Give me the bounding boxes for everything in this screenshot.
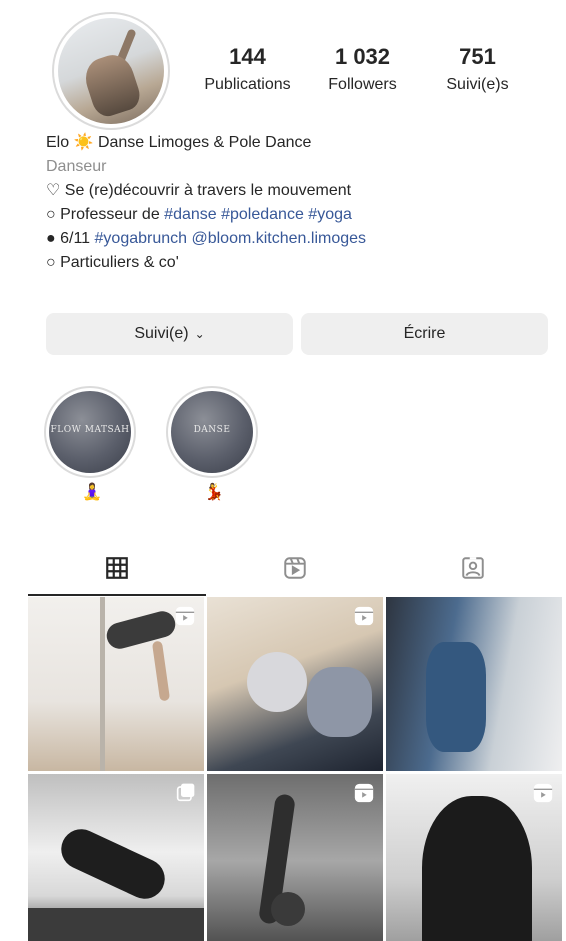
post-thumbnail[interactable] (28, 597, 204, 771)
avatar-figure (80, 50, 144, 120)
tab-reels[interactable] (206, 540, 384, 596)
stat-publications[interactable]: 144 Publications (190, 44, 305, 94)
highlight-ring: DANSE (166, 386, 258, 478)
tab-posts-grid[interactable] (28, 540, 206, 596)
post-thumbnail[interactable] (386, 774, 562, 941)
post-image-detail (422, 796, 532, 941)
stat-publications-count: 144 (229, 44, 266, 69)
post-image-detail (271, 892, 305, 926)
bio-line-3: ● 6/11 #yogabrunch @bloom.kitchen.limoge… (46, 227, 546, 251)
reels-icon (284, 557, 306, 579)
bio-hashtags-link[interactable]: #danse #poledance #yoga (164, 206, 352, 223)
post-image-detail (100, 597, 105, 771)
multi-post-icon (176, 783, 195, 802)
highlight-item[interactable]: DANSE 💃 (166, 386, 262, 502)
profile-stats: 144 Publications 1 032 Followers 751 Sui… (190, 44, 535, 94)
message-button-label: Écrire (403, 325, 446, 342)
stat-publications-label: Publications (204, 76, 291, 93)
bio-line-2: ○ Professeur de #danse #poledance #yoga (46, 203, 546, 227)
post-thumbnail[interactable] (207, 774, 383, 941)
post-image-detail (151, 640, 171, 702)
bio-line-3-text: ● 6/11 (46, 230, 95, 247)
stat-following-count: 751 (459, 44, 496, 69)
reel-icon (354, 606, 374, 626)
highlight-item[interactable]: FLOW MATSAH 🧘‍♀️ (44, 386, 140, 502)
highlight-emoji-label: 🧘‍♀️ (82, 484, 102, 501)
bio-line-4: ○ Particuliers & co' (46, 254, 179, 271)
highlight-cover: FLOW MATSAH (49, 391, 131, 473)
bio-line-1: ♡ Se (re)découvrir à travers le mouvemen… (46, 182, 352, 199)
profile-name: Elo ☀️ Danse Limoges & Pole Dance (46, 134, 312, 151)
profile-tabs (28, 540, 562, 596)
reel-icon (175, 606, 195, 626)
avatar-photo (58, 18, 164, 124)
stat-followers[interactable]: 1 032 Followers (305, 44, 420, 94)
highlight-emoji-label: 💃 (204, 484, 224, 501)
post-image-detail (54, 822, 172, 906)
posts-grid (28, 597, 562, 941)
post-thumbnail[interactable] (207, 597, 383, 771)
highlight-ring: FLOW MATSAH (44, 386, 136, 478)
stat-followers-label: Followers (328, 76, 397, 93)
post-image-detail (307, 667, 372, 737)
story-highlights: FLOW MATSAH 🧘‍♀️ DANSE 💃 (44, 386, 262, 502)
post-image-detail (28, 908, 204, 941)
highlight-cover-text: DANSE (193, 425, 231, 435)
highlight-cover: DANSE (171, 391, 253, 473)
grid-icon (106, 557, 128, 579)
post-thumbnail[interactable] (386, 597, 562, 771)
bio-line-2-text: ○ Professeur de (46, 206, 165, 223)
profile-bio: Elo ☀️ Danse Limoges & Pole Dance Danseu… (46, 131, 546, 275)
post-image-detail (103, 608, 179, 652)
reel-icon (533, 783, 553, 803)
stat-following-label: Suivi(e)s (446, 76, 509, 93)
stat-followers-count: 1 032 (334, 44, 391, 69)
post-image-detail (247, 652, 307, 712)
following-button[interactable]: Suivi(e) ⌄ (46, 313, 293, 355)
tagged-icon (462, 557, 484, 579)
profile-category: Danseur (46, 158, 107, 175)
highlight-cover-text: FLOW MATSAH (50, 425, 130, 435)
stat-following[interactable]: 751 Suivi(e)s (420, 44, 535, 94)
chevron-down-icon: ⌄ (194, 327, 205, 341)
post-thumbnail[interactable] (28, 774, 204, 941)
profile-avatar[interactable] (52, 12, 170, 130)
reel-icon (354, 783, 374, 803)
tab-tagged[interactable] (384, 540, 562, 596)
following-button-label: Suivi(e) (134, 325, 189, 342)
message-button[interactable]: Écrire (301, 313, 548, 355)
profile-actions: Suivi(e) ⌄ Écrire (46, 313, 548, 355)
post-image-detail (426, 642, 486, 752)
bio-event-link[interactable]: #yogabrunch @bloom.kitchen.limoges (95, 230, 367, 247)
